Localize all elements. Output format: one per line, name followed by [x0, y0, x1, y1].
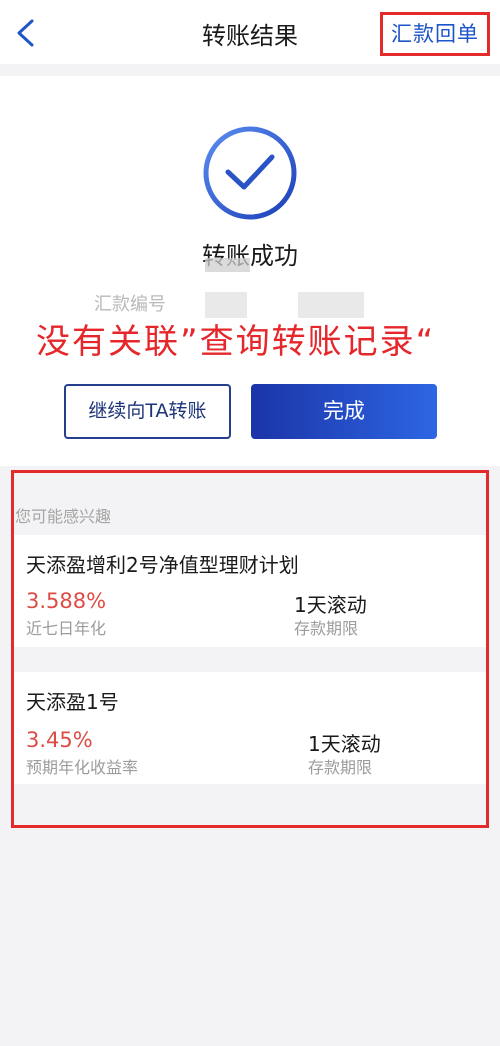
receipt-link[interactable]: 汇款回单 [383, 18, 487, 48]
product-rate: 3.588% [26, 589, 107, 613]
annotation-text: 没有关联”查询转账记录“ [36, 322, 436, 362]
product-card[interactable]: 天添盈1号 3.45% 预期年化收益率 1天滚动 存款期限 [14, 672, 486, 784]
serial-number-label: 汇款编号 [94, 294, 166, 315]
product-rate: 3.45% [26, 728, 93, 752]
recommendation-heading: 您可能感兴趣 [15, 507, 112, 526]
product-name: 天添盈增利2号净值型理财计划 [26, 553, 299, 577]
product-term-label: 存款期限 [308, 758, 373, 777]
product-term: 1天滚动 [294, 593, 367, 617]
done-button[interactable]: 完成 [251, 384, 437, 439]
product-card[interactable]: 天添盈增利2号净值型理财计划 3.588% 近七日年化 1天滚动 存款期限 [14, 535, 486, 647]
check-circle-icon [203, 126, 297, 220]
product-term-label: 存款期限 [294, 619, 359, 638]
status-text: 转账成功 [202, 242, 298, 270]
product-term: 1天滚动 [308, 732, 381, 756]
continue-transfer-button[interactable]: 继续向TA转账 [64, 384, 231, 439]
product-rate-label: 近七日年化 [26, 619, 107, 638]
product-rate-label: 预期年化收益率 [26, 758, 139, 777]
redaction-smudge [205, 258, 250, 272]
product-name: 天添盈1号 [26, 690, 119, 714]
